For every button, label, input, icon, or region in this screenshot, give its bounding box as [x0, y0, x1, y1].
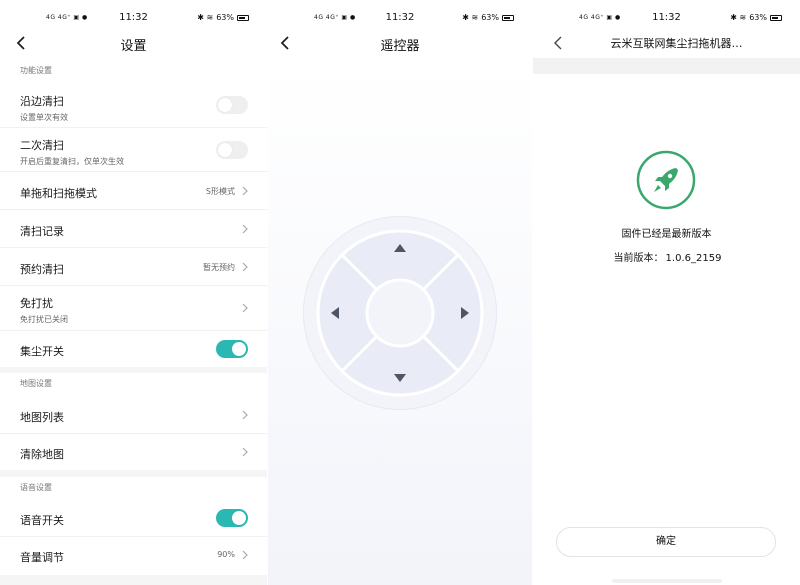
voice-toggle[interactable]	[216, 509, 248, 527]
chevron-right-icon	[242, 410, 248, 420]
row-value: S形模式	[205, 187, 235, 196]
direction-pad	[316, 229, 484, 397]
chevron-right-icon	[242, 186, 248, 196]
version-label: 当前版本：	[613, 253, 664, 264]
firmware-status-message: 固件已经是最新版本	[621, 229, 712, 240]
page-title: 设置	[120, 39, 147, 54]
chevron-right-icon	[242, 303, 248, 313]
chevron-right-icon	[242, 262, 248, 272]
signal-indicators: 4G 4G⁺ ▣ ●	[46, 14, 88, 21]
dust-collect-toggle[interactable]	[216, 340, 248, 358]
second-clean-toggle[interactable]	[216, 141, 248, 159]
battery-icon	[770, 14, 782, 21]
status-time: 11:32	[385, 12, 415, 23]
row-title: 清扫记录	[20, 225, 64, 238]
remote-screen: 4G 4G⁺ ▣ ● 11:32 ✱ ≋ 63% 遥控器	[268, 0, 532, 585]
row-do-not-disturb[interactable]: 免打扰 免打扰已关闭	[0, 286, 267, 331]
page-title: 云米互联网集尘扫拖机器…	[610, 37, 743, 50]
row-title: 免打扰	[20, 297, 53, 310]
row-subtitle: 免打扰已关闭	[20, 315, 68, 324]
chevron-right-icon	[242, 447, 248, 457]
wifi-icon: ✱ ≋	[730, 13, 747, 22]
battery-percent: 63%	[216, 13, 234, 22]
home-indicator	[611, 579, 722, 583]
nav-bar: 云米互联网集尘扫拖机器…	[533, 30, 800, 58]
chevron-right-icon	[242, 224, 248, 234]
signal-indicators: 4G 4G⁺ ▣ ●	[579, 14, 621, 21]
edge-clean-toggle[interactable]	[216, 96, 248, 114]
version-value: 1.0.6_2159	[665, 253, 722, 264]
wifi-icon: ✱ ≋	[197, 13, 214, 22]
row-second-clean[interactable]: 二次清扫 开启后重复清扫，仅单次生效	[0, 128, 267, 172]
row-clean-records[interactable]: 清扫记录	[0, 210, 267, 248]
rocket-icon	[636, 150, 696, 210]
row-dust-collect[interactable]: 集尘开关	[0, 331, 267, 367]
battery-percent: 63%	[481, 13, 499, 22]
status-time: 11:32	[119, 12, 148, 23]
nav-bar: 设置	[0, 30, 267, 58]
section-header: 语音设置	[0, 477, 267, 499]
row-edge-clean[interactable]: 沿边清扫 设置单次有效	[0, 84, 267, 128]
page-title: 遥控器	[380, 39, 420, 54]
firmware-version: 当前版本： 1.0.6_2159	[533, 249, 800, 264]
nav-bar: 遥控器	[268, 30, 532, 58]
row-value: 暂无预约	[203, 263, 235, 272]
battery-icon	[502, 14, 514, 21]
row-value: 90%	[217, 550, 235, 559]
center-button[interactable]	[365, 278, 435, 348]
settings-screen: 4G 4G⁺ ▣ ● 11:32 ✱ ≋ 63% 设置 功能设置 沿边清扫 设置…	[0, 0, 267, 585]
row-map-list[interactable]: 地图列表	[0, 396, 267, 434]
chevron-right-icon	[242, 550, 248, 560]
battery-icon	[237, 14, 249, 21]
row-voice[interactable]: 语音开关	[0, 500, 267, 537]
section-header: 功能设置	[0, 60, 267, 82]
row-clear-map[interactable]: 清除地图	[0, 434, 267, 470]
signal-indicators: 4G 4G⁺ ▣ ●	[314, 14, 356, 21]
confirm-button[interactable]: 确定	[556, 527, 776, 557]
wifi-icon: ✱ ≋	[462, 13, 479, 22]
section-header: 地图设置	[0, 373, 267, 395]
battery-percent: 63%	[749, 13, 767, 22]
row-mop-mode[interactable]: 单拖和扫拖模式 S形模式	[0, 172, 267, 210]
status-time: 11:32	[652, 12, 681, 23]
row-title: 地图列表	[20, 411, 64, 424]
firmware-screen: 4G 4G⁺ ▣ ● 11:32 ✱ ≋ 63% 云米互联网集尘扫拖机器… 固件…	[533, 0, 800, 585]
row-title: 清除地图	[20, 448, 64, 461]
row-volume[interactable]: 音量调节 90%	[0, 537, 267, 575]
row-schedule[interactable]: 预约清扫 暂无预约	[0, 248, 267, 286]
